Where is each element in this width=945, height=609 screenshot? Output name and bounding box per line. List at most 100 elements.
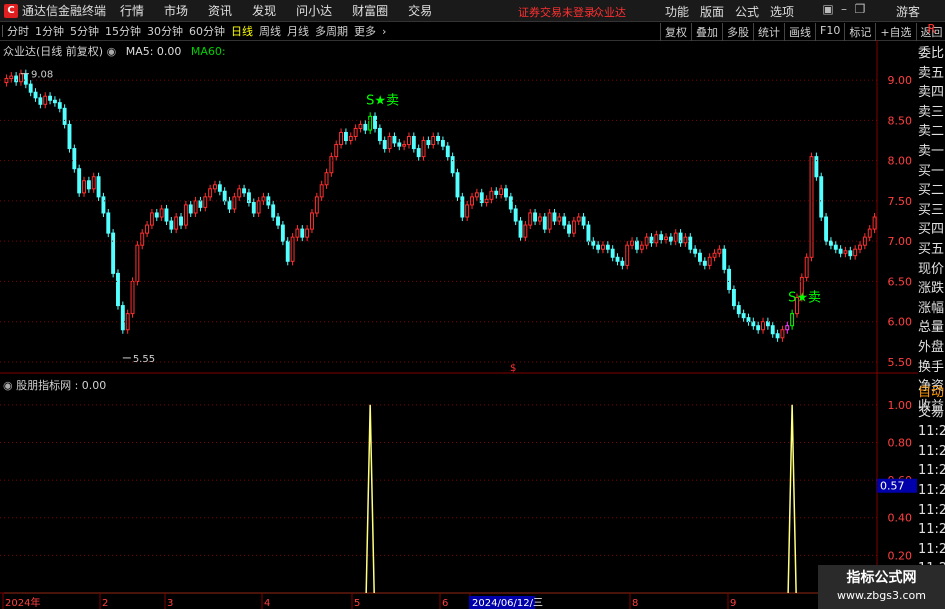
menu-fortune[interactable]: 财富圈 — [352, 2, 388, 19]
time-label: 6 — [442, 598, 448, 609]
candle-body — [261, 196, 266, 202]
candle-body — [833, 244, 838, 250]
candle-body — [329, 156, 334, 174]
candlestick-series — [4, 69, 877, 342]
menu-function[interactable]: 功能 — [665, 3, 689, 20]
minimize-icon[interactable]: – — [836, 2, 852, 16]
candle-body — [276, 216, 280, 226]
candle-body — [775, 333, 780, 339]
sidebar-field: 换手 — [918, 359, 945, 375]
candle-body — [339, 131, 344, 146]
trade-login-status[interactable]: 证券交易未登录 — [518, 4, 595, 20]
candle-body — [518, 220, 523, 238]
time-label: 3 — [167, 598, 173, 609]
price-tick-label: 8.00 — [888, 155, 913, 168]
sidebar-field: 买四 — [918, 222, 945, 238]
trade-time-item[interactable]: 自动 — [918, 383, 945, 403]
candle-body — [596, 244, 601, 250]
draw-line-button[interactable]: 画线 — [784, 23, 815, 41]
sidebar-field: 买一 — [918, 163, 945, 179]
mark-button[interactable]: 标记 — [844, 23, 875, 41]
stats-button[interactable]: 统计 — [753, 23, 784, 41]
menu-options[interactable]: 选项 — [770, 3, 794, 20]
candle-body — [33, 91, 38, 99]
overlay-button[interactable]: 叠加 — [691, 23, 722, 41]
menu-layout[interactable]: 版面 — [700, 3, 724, 20]
candle-body — [698, 252, 702, 262]
period-daily[interactable]: 日线 — [231, 23, 253, 39]
menu-market[interactable]: 市场 — [164, 2, 188, 19]
price-tick-label: 8.50 — [888, 114, 913, 127]
watermark: 指标公式网 www.zbgs3.com — [818, 565, 945, 609]
candle-body — [353, 127, 358, 137]
candle-body — [702, 260, 707, 266]
period-more[interactable]: 更多 — [354, 23, 376, 39]
menu-news[interactable]: 资讯 — [208, 2, 232, 19]
guest-user[interactable]: 游客 — [896, 3, 920, 20]
candle-body — [208, 188, 213, 198]
trade-time-item: 11:28 — [918, 424, 945, 440]
candle-body — [179, 216, 183, 226]
sidebar-field: 外盘 — [918, 339, 945, 355]
candle-body — [343, 131, 348, 142]
restore-icon[interactable]: ❐ — [852, 2, 868, 16]
candle-body — [819, 176, 824, 218]
chart-grid — [0, 40, 918, 609]
time-label: 2 — [102, 598, 108, 609]
candle-body — [377, 127, 382, 142]
candle-body — [450, 156, 455, 174]
price-tick-label: 7.00 — [888, 235, 913, 248]
candle-body — [174, 216, 179, 230]
period-tick[interactable]: 分时 — [7, 23, 29, 39]
candle-body — [586, 224, 591, 242]
f10-button[interactable]: F10 — [815, 23, 844, 41]
settings-icon[interactable]: ◉ — [3, 379, 13, 392]
candle-body — [9, 75, 14, 80]
candle-body — [280, 224, 285, 242]
skin-icon[interactable]: ▣ — [820, 2, 836, 16]
candle-body — [620, 260, 625, 266]
trade-time-item: 11:29 — [918, 522, 945, 538]
indicator-title-wrap: ◉ 股朋指标网 : 0.00 — [3, 377, 106, 393]
kline-chart[interactable]: 9.00 8.50 8.00 7.50 7.00 6.50 6.00 5.50 1.00 0.8… — [0, 40, 918, 609]
candle-body — [853, 248, 858, 257]
period-30min[interactable]: 30分钟 — [147, 23, 183, 39]
candle-body — [872, 216, 877, 230]
candle-body — [203, 196, 208, 208]
period-60min[interactable]: 60分钟 — [189, 23, 225, 39]
add-watchlist-button[interactable]: +自选 — [875, 23, 915, 41]
period-monthly[interactable]: 月线 — [287, 23, 309, 39]
candle-body — [494, 190, 499, 195]
candle-body — [804, 256, 809, 278]
menu-ask[interactable]: 问小达 — [296, 2, 332, 19]
adjust-button[interactable]: 复权 — [660, 23, 691, 41]
indicator-tick-label: 0.20 — [888, 549, 913, 562]
candle-body — [436, 135, 441, 142]
sidebar-field: 买五 — [918, 241, 945, 257]
candle-body — [149, 212, 154, 226]
candle-body — [154, 212, 159, 218]
candle-body — [843, 250, 848, 254]
multi-stock-button[interactable]: 多股 — [722, 23, 753, 41]
time-label: 5 — [354, 598, 360, 609]
candle-body — [295, 228, 300, 238]
menu-formula[interactable]: 公式 — [735, 3, 759, 20]
sidebar-field: 卖二 — [918, 124, 945, 140]
candle-body — [785, 325, 790, 331]
candle-body — [649, 236, 654, 244]
period-1min[interactable]: 1分钟 — [35, 23, 64, 39]
period-15min[interactable]: 15分钟 — [105, 23, 141, 39]
menu-trade[interactable]: 交易 — [408, 2, 432, 19]
settings-icon[interactable]: ◉ — [107, 45, 117, 58]
app-title: 通达信金融终端 — [22, 4, 107, 18]
menu-discover[interactable]: 发现 — [252, 2, 276, 19]
indicator-series — [4, 404, 877, 594]
menu-quotes[interactable]: 行情 — [120, 2, 144, 19]
candle-body — [625, 244, 630, 266]
period-toolbar: 分时 1分钟 5分钟 15分钟 30分钟 60分钟 日线 周线 月线 多周期 更… — [0, 22, 945, 41]
period-5min[interactable]: 5分钟 — [70, 23, 99, 39]
chevron-right-icon[interactable]: › — [382, 25, 386, 38]
quote-sidebar: 委比 卖五 卖四 卖三 卖二 卖一 买一 买二 买三 买四 买五 现价 涨跌 涨幅 总量 外盘 换手 净资 收益 — [918, 44, 945, 416]
period-weekly[interactable]: 周线 — [259, 23, 281, 39]
period-multi[interactable]: 多周期 — [315, 23, 348, 39]
